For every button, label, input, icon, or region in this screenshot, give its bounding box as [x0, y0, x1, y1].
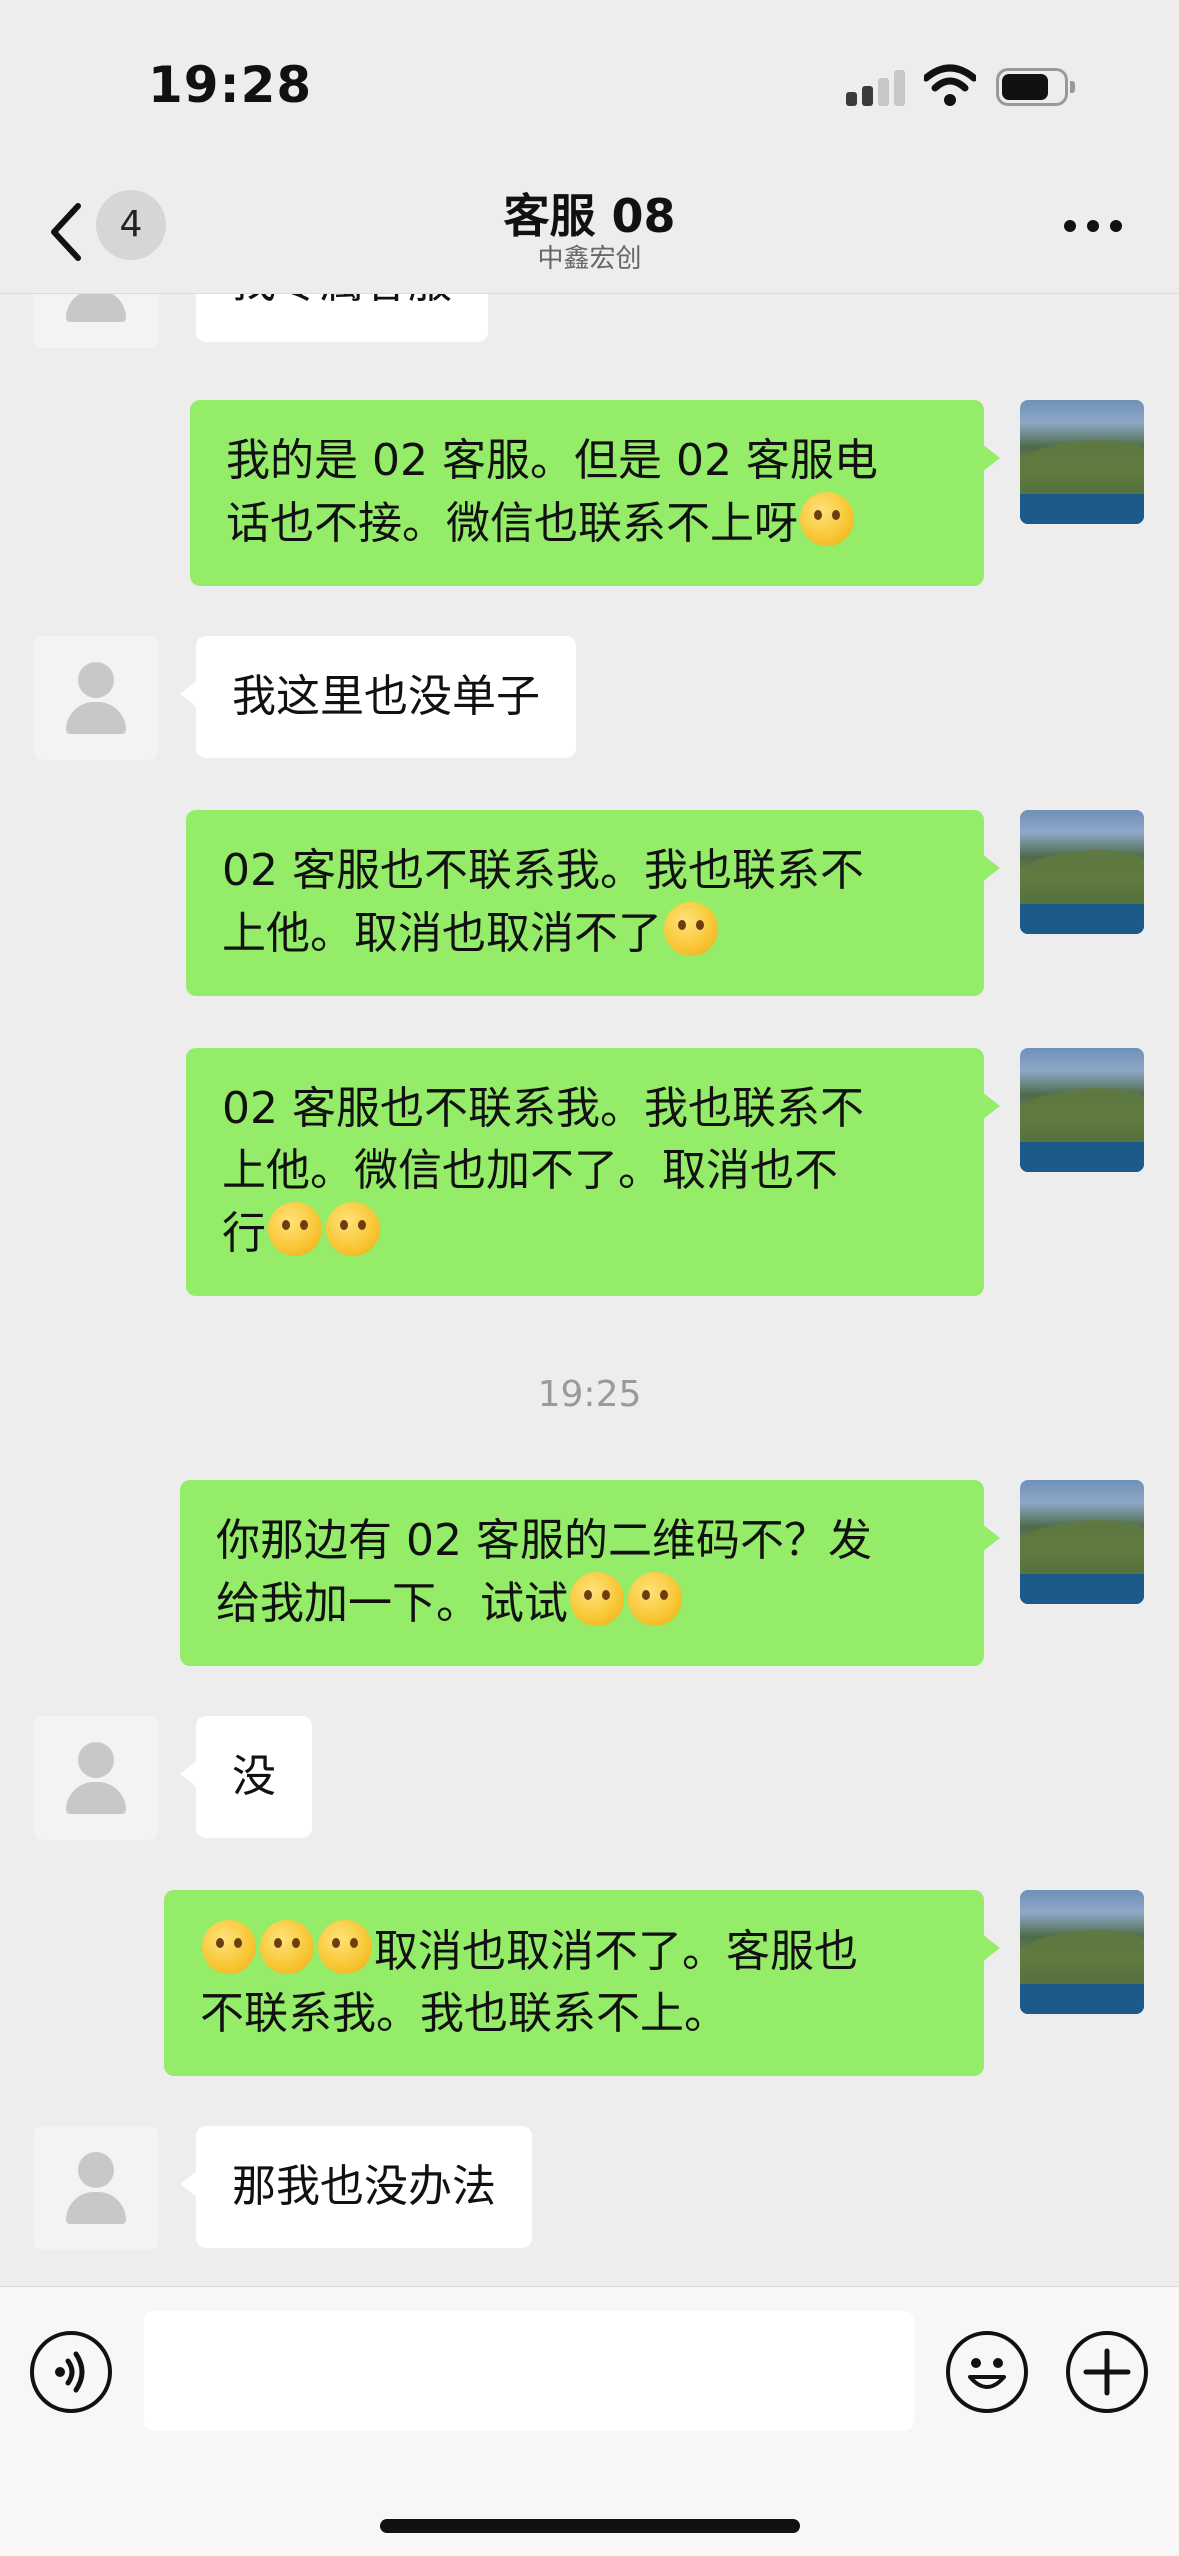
message-bubble-incoming[interactable]: 没 [180, 1716, 312, 1838]
sweating-face-icon [664, 902, 718, 956]
chat-screen: 19:28 4 客服 08 中鑫宏创 找专属客服 [0, 0, 1179, 2556]
message-bubble-outgoing[interactable]: 你那边有 02 客服的二维码不？发 给我加一下。试试 [180, 1480, 1000, 1666]
status-time: 19:28 [148, 56, 313, 114]
message-bubble-outgoing[interactable]: 02 客服也不联系我。我也联系不 上他。微信也加不了。取消也不 行 [186, 1048, 1000, 1296]
battery-icon [996, 68, 1076, 106]
message-text: 你那边有 02 客服的二维码不？发 [216, 1515, 872, 1566]
message-text: 没 [232, 1751, 276, 1802]
message-bubble-incoming[interactable]: 那我也没办法 [180, 2126, 532, 2248]
message-text: 行 [222, 1208, 266, 1259]
message-bubble-outgoing[interactable]: 我的是 02 客服。但是 02 客服电 话也不接。微信也联系不上呀 [190, 400, 1000, 586]
my-avatar[interactable] [1020, 1048, 1144, 1172]
cellular-signal-icon [846, 68, 908, 106]
status-bar: 19:28 [0, 0, 1179, 170]
message-text: 给我加一下。试试 [216, 1578, 568, 1629]
message-text: 上他。取消也取消不了 [222, 908, 662, 959]
message-text: 取消也取消不了。客服也 [374, 1926, 858, 1977]
voice-icon[interactable] [30, 2331, 112, 2413]
worried-face-icon [800, 492, 854, 546]
message-text: 上他。微信也加不了。取消也不 [222, 1145, 838, 1196]
message-text: 我的是 02 客服。但是 02 客服电 [226, 435, 878, 486]
contact-avatar[interactable] [34, 294, 158, 348]
worried-face-icon [628, 1572, 682, 1626]
tears-of-joy-icon [202, 1920, 256, 1974]
chat-title: 客服 08 [503, 189, 676, 243]
plus-icon[interactable] [1066, 2331, 1148, 2413]
message-text: 02 客服也不联系我。我也联系不 [222, 845, 864, 896]
message-bubble-incoming[interactable]: 我这里也没单子 [180, 636, 576, 758]
input-bar [0, 2286, 1179, 2556]
smiley-icon[interactable] [946, 2331, 1028, 2413]
tears-of-joy-icon [268, 1202, 322, 1256]
worried-face-icon [570, 1572, 624, 1626]
contact-avatar[interactable] [34, 636, 158, 760]
message-text: 不联系我。我也联系不上。 [200, 1988, 728, 2039]
wifi-icon [924, 64, 976, 106]
message-bubble-outgoing[interactable]: 取消也取消不了。客服也 不联系我。我也联系不上。 [164, 1890, 1000, 2076]
message-text: 02 客服也不联系我。我也联系不 [222, 1083, 864, 1134]
home-indicator [380, 2519, 800, 2533]
my-avatar[interactable] [1020, 810, 1144, 934]
more-dots-icon[interactable] [1064, 220, 1122, 234]
message-bubble-outgoing[interactable]: 02 客服也不联系我。我也联系不 上他。取消也取消不了 [186, 810, 1000, 996]
message-text: 找专属客服 [232, 294, 452, 314]
message-text: 我这里也没单子 [232, 671, 540, 722]
my-avatar[interactable] [1020, 1480, 1144, 1604]
tears-of-joy-icon [260, 1920, 314, 1974]
tears-of-joy-icon [318, 1920, 372, 1974]
timestamp-divider: 19:25 [537, 1374, 642, 1415]
message-bubble-incoming[interactable]: 找专属客服 [180, 294, 488, 342]
contact-avatar[interactable] [34, 1716, 158, 1840]
tears-of-joy-icon [326, 1202, 380, 1256]
my-avatar[interactable] [1020, 1890, 1144, 2014]
my-avatar[interactable] [1020, 400, 1144, 524]
message-text: 话也不接。微信也联系不上呀 [226, 498, 798, 549]
message-list[interactable]: 找专属客服 我的是 02 客服。但是 02 客服电 话也不接。微信也联系不上呀 … [0, 294, 1179, 2286]
message-input[interactable] [144, 2311, 914, 2431]
chat-subtitle: 中鑫宏创 [537, 244, 642, 274]
chat-header: 4 客服 08 中鑫宏创 [0, 170, 1179, 294]
contact-avatar[interactable] [34, 2126, 158, 2250]
message-text: 那我也没办法 [232, 2161, 496, 2212]
